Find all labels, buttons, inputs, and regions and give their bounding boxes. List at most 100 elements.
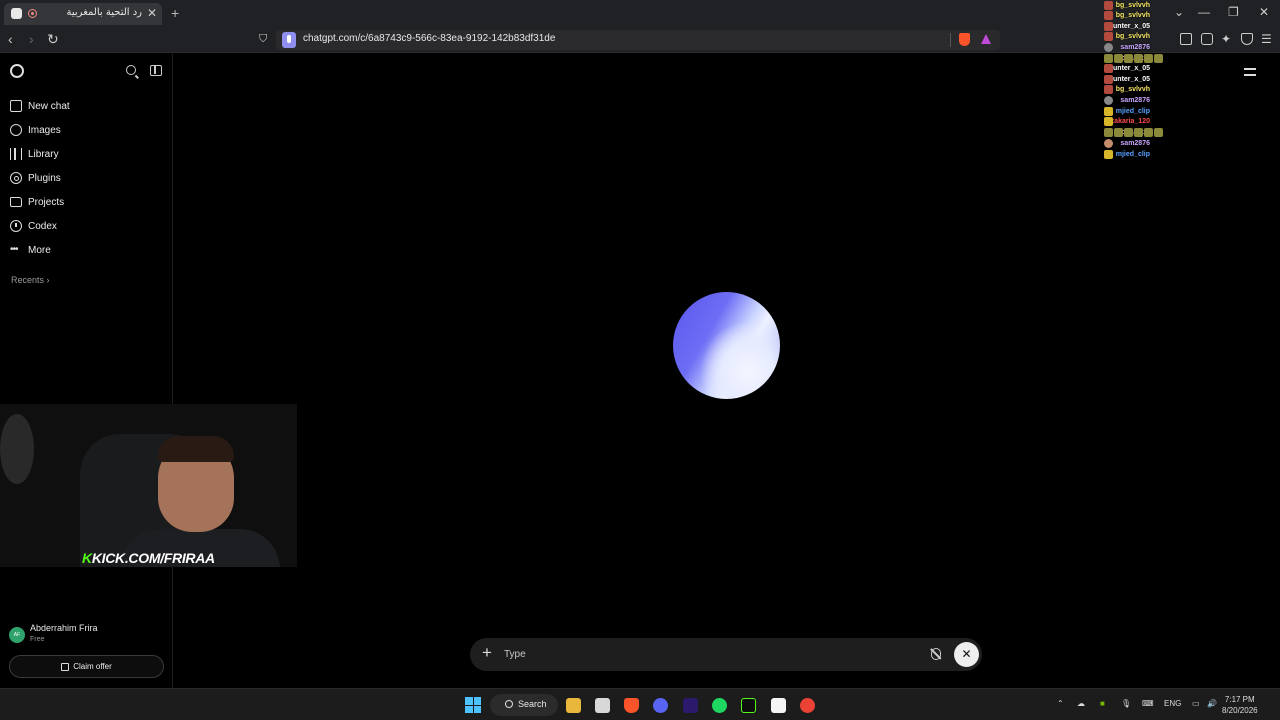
keyboard-icon[interactable]: ⌨ [1142, 699, 1154, 708]
more-icon: ••• [10, 244, 19, 255]
sidebar-toggle-icon[interactable] [150, 65, 162, 76]
sidebar-item-label: New chat [28, 100, 70, 112]
brave-browser-icon[interactable] [624, 698, 639, 713]
sidebar-item-new-chat[interactable]: New chat [10, 98, 70, 114]
voice-settings-icon[interactable] [1244, 66, 1256, 78]
sidebar-item-more[interactable]: ••• More [10, 242, 51, 258]
chat-emote [1103, 43, 1113, 52]
chat-message-user: sam2876 [1120, 140, 1150, 147]
back-icon[interactable]: ‹ [8, 31, 13, 47]
chat-message-user: sam2876 [1120, 97, 1150, 104]
sidebar-item-library[interactable]: Library [10, 146, 59, 162]
kick-app-icon[interactable] [741, 698, 756, 713]
images-icon [10, 124, 22, 136]
windows-taskbar: Search ⌃ ☁ ■ 🎙 ⌨ ENG ▭ 🔊 7:17 PM 8/20/20… [0, 688, 1280, 720]
wallet-icon[interactable] [1201, 33, 1213, 45]
brave-shields-icon[interactable] [959, 33, 970, 46]
kick-channel-label: KICK.COM/FRIRAA [91, 550, 215, 566]
new-tab-button[interactable]: + [171, 5, 179, 21]
forward-icon[interactable]: › [29, 31, 34, 47]
mute-microphone-icon[interactable] [931, 648, 941, 660]
end-voice-button[interactable]: ✕ [954, 642, 979, 667]
sidebar-item-plugins[interactable]: Plugins [10, 170, 61, 186]
message-input[interactable] [504, 646, 904, 663]
chat-emote [1103, 11, 1113, 20]
chat-message-user: bg_svlvvh [1115, 12, 1150, 19]
microphone-active-icon [282, 32, 296, 48]
sidebar-item-label: More [28, 244, 51, 256]
sidebar-item-codex[interactable]: Codex [10, 218, 57, 234]
tray-cloud-icon[interactable]: ☁ [1077, 699, 1085, 708]
new-chat-icon [10, 100, 22, 112]
openai-logo-icon[interactable] [10, 64, 24, 78]
file-explorer-icon[interactable] [566, 698, 581, 713]
chat-message-user: bg_svlvvh [1115, 2, 1150, 9]
recents-header[interactable]: Recents › [11, 275, 50, 285]
chat-message-user: Hunter_x_05 [1107, 65, 1150, 72]
brave-rewards-icon[interactable] [981, 34, 991, 44]
search-icon[interactable] [126, 65, 136, 75]
sidebar-item-projects[interactable]: Projects [10, 194, 64, 210]
leo-ai-icon[interactable]: ✦ [1221, 32, 1231, 46]
discord-icon[interactable] [653, 698, 668, 713]
maximize-button[interactable]: ❐ [1228, 5, 1239, 19]
notepad-icon[interactable] [771, 698, 786, 713]
folder-icon [10, 197, 22, 207]
system-clock[interactable]: 7:17 PM 8/20/2026 [1222, 694, 1258, 716]
chat-message-user: mjied_clip [1115, 151, 1150, 158]
user-name: Abderrahim Frira [30, 623, 98, 633]
sidebar-item-label: Library [28, 148, 59, 160]
bookmark-icon[interactable]: ⛉ [259, 33, 267, 46]
close-window-button[interactable]: ✕ [1259, 5, 1269, 19]
url-text[interactable]: chatgpt.com/c/6a8743c9-566c-83ea-9192-14… [303, 33, 555, 44]
premiere-pro-icon[interactable] [683, 698, 698, 713]
chrome-icon[interactable] [800, 698, 815, 713]
kick-logo-icon: K [82, 550, 92, 566]
menu-icon[interactable]: ☰ [1261, 32, 1272, 46]
chat-message-user: sam2876 [1120, 44, 1150, 51]
stream-chat-overlay: bg_svlvvh bg_svlvvh Hunter_x_05 bg_svlvvh sa… [1040, 0, 1190, 165]
windows-start-icon[interactable] [465, 697, 481, 713]
address-bar[interactable]: chatgpt.com/c/6a8743c9-566c-83ea-9192-14… [276, 30, 1000, 50]
chat-emote [1103, 75, 1113, 84]
chat-emote [1103, 107, 1113, 116]
voice-mode-orb [673, 292, 780, 399]
microphone-tray-icon[interactable]: 🎙 [1121, 699, 1131, 708]
sidebar-item-label: Projects [28, 196, 65, 208]
chat-emote [1103, 1, 1113, 10]
vpn-shield-icon[interactable] [1241, 33, 1253, 45]
chat-emote [1103, 22, 1113, 31]
taskbar-search[interactable]: Search [490, 694, 558, 716]
volume-icon[interactable]: 🔊 [1207, 699, 1217, 708]
taskbar-search-label: Search [518, 699, 547, 709]
plugins-icon [10, 172, 22, 184]
chat-message-user: zakaria_120 [1110, 118, 1150, 125]
network-icon[interactable]: ▭ [1192, 699, 1200, 708]
tab-close-icon[interactable]: ✕ [147, 6, 157, 20]
recording-indicator-icon [28, 9, 37, 18]
chat-emote [1103, 54, 1163, 63]
tray-overflow-icon[interactable]: ⌃ [1057, 699, 1064, 708]
browser-tab[interactable]: رد التحية بالمغربية ✕ [4, 3, 162, 25]
sidebar-item-label: Images [28, 124, 61, 136]
spotify-icon[interactable] [712, 698, 727, 713]
language-indicator[interactable]: ENG [1164, 699, 1181, 708]
chat-emote [1103, 96, 1113, 105]
clock-date: 8/20/2026 [1222, 706, 1258, 715]
chat-emote [1103, 85, 1113, 94]
sidebar-item-label: Plugins [28, 172, 61, 184]
reload-icon[interactable]: ↻ [47, 31, 59, 48]
chat-emote [1103, 150, 1113, 159]
search-icon [505, 700, 513, 708]
snipping-tool-icon[interactable] [595, 698, 610, 713]
webcam-overlay: KKICK.COM/FRIRAA [0, 404, 297, 567]
nvidia-icon[interactable]: ■ [1100, 699, 1105, 708]
tab-title: رد التحية بالمغربية [66, 7, 142, 18]
sidebar-item-images[interactable]: Images [10, 122, 61, 138]
add-attachment-icon[interactable]: + [482, 643, 492, 663]
minimize-button[interactable]: — [1198, 5, 1210, 19]
chat-message-user: bg_svlvvh [1115, 86, 1150, 93]
webcam-person-hair [158, 436, 234, 462]
claim-offer-button[interactable]: Claim offer [9, 655, 164, 678]
chat-message-user: Hunter_x_05 [1107, 76, 1150, 83]
